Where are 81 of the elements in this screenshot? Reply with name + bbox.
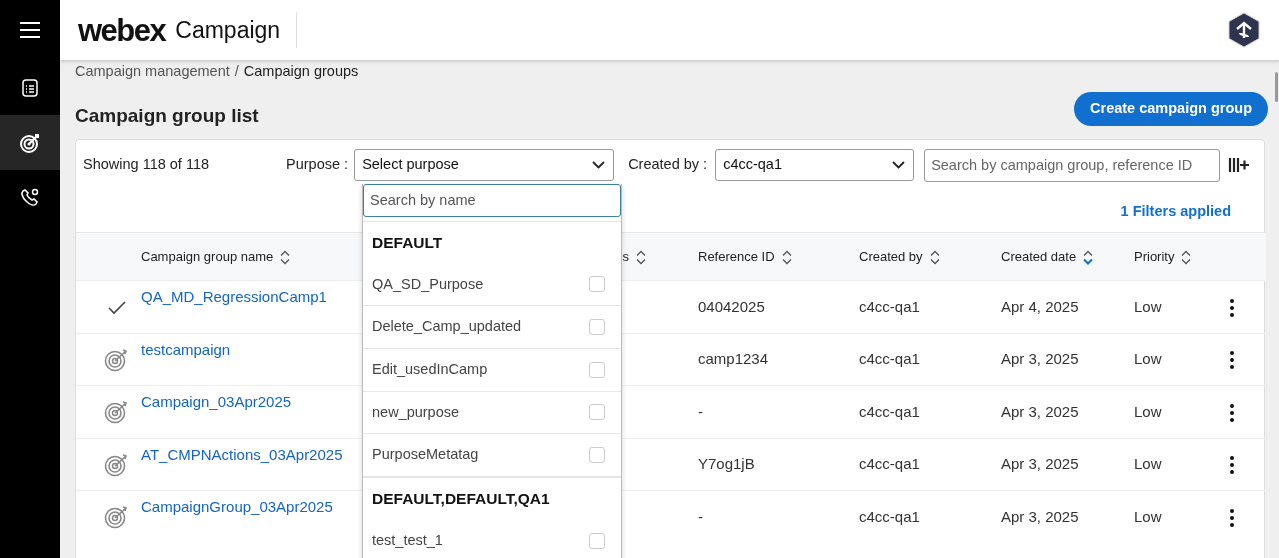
table-cell: Low bbox=[1134, 508, 1162, 526]
table-cell: Apr 3, 2025 bbox=[1001, 402, 1079, 420]
breadcrumb-link[interactable]: Campaign management bbox=[75, 61, 230, 83]
product-name: Campaign bbox=[175, 15, 281, 45]
add-column-icon[interactable] bbox=[1228, 157, 1251, 174]
result-count: Showing 118 of 118 bbox=[83, 155, 210, 175]
list-icon bbox=[21, 78, 39, 97]
create-button[interactable]: Create campaign group bbox=[1074, 92, 1268, 126]
sort-icon[interactable] bbox=[929, 250, 940, 266]
table-cell: Low bbox=[1134, 402, 1162, 420]
table-cell: Low bbox=[1134, 455, 1162, 473]
more-options-icon[interactable] bbox=[1229, 508, 1235, 529]
sort-icon[interactable] bbox=[1181, 250, 1192, 266]
group-heading: DEFAULT,DEFAULT,QA1 bbox=[363, 477, 621, 520]
column-header[interactable]: Priority bbox=[1134, 249, 1175, 265]
table-cell: - bbox=[698, 508, 703, 526]
search-field[interactable]: Search by name bbox=[363, 183, 621, 217]
column-header[interactable]: Campaign group name bbox=[141, 249, 274, 265]
table-cell: Low bbox=[1134, 297, 1162, 315]
more-options-icon[interactable] bbox=[1229, 455, 1235, 476]
scrollbar[interactable] bbox=[1275, 72, 1278, 102]
column-header[interactable]: Reference ID bbox=[698, 249, 775, 265]
brand-logo: webex bbox=[78, 14, 166, 46]
group-heading: DEFAULT bbox=[363, 220, 621, 264]
campaign-group-link[interactable]: QA_MD_RegressionCamp1 bbox=[141, 288, 327, 306]
created-by-select[interactable]: c4cc-qa1 bbox=[715, 149, 915, 182]
checkbox[interactable] bbox=[589, 276, 605, 293]
table-cell: c4cc-qa1 bbox=[859, 508, 920, 526]
target-icon bbox=[19, 131, 41, 154]
campaign-group-link[interactable]: CampaignGroup_03Apr2025 bbox=[141, 498, 333, 516]
sort-icon[interactable] bbox=[781, 250, 792, 266]
column-header[interactable]: Created by bbox=[859, 249, 923, 265]
chevron-down-icon bbox=[592, 161, 606, 170]
dropdown-option[interactable]: Delete_Camp_updated bbox=[363, 306, 621, 349]
sort-icon[interactable] bbox=[280, 250, 291, 266]
table-cell: 04042025 bbox=[698, 297, 765, 315]
campaign-group-link[interactable]: Campaign_03Apr2025 bbox=[141, 393, 292, 411]
checkbox[interactable] bbox=[589, 404, 605, 421]
search-field[interactable]: Search by campaign group, reference ID bbox=[924, 148, 1221, 182]
table-cell: Apr 3, 2025 bbox=[1001, 455, 1079, 473]
table-cell: - bbox=[698, 402, 703, 420]
page-title: Campaign group list bbox=[75, 104, 259, 128]
dropdown-option[interactable]: new_purpose bbox=[363, 391, 621, 435]
checkbox[interactable] bbox=[589, 319, 605, 336]
table-cell: Apr 3, 2025 bbox=[1001, 350, 1079, 368]
campaign-group-link[interactable]: testcampaign bbox=[141, 340, 231, 358]
chevron-down-icon bbox=[892, 161, 906, 170]
dropdown-option[interactable]: QA_SD_Purpose bbox=[363, 263, 621, 307]
filter-label: Created by : bbox=[628, 155, 708, 175]
checkbox[interactable] bbox=[589, 532, 605, 549]
dropdown-option[interactable]: Edit_usedInCamp bbox=[363, 348, 621, 392]
breadcrumb-current: Campaign groups bbox=[243, 62, 359, 81]
dropdown-option[interactable]: test_test_1 bbox=[363, 520, 621, 558]
breadcrumb-separator: / bbox=[234, 62, 239, 81]
sort-icon[interactable] bbox=[636, 250, 646, 266]
table-cell: Low bbox=[1134, 350, 1162, 368]
column-header[interactable]: Created date bbox=[1001, 249, 1077, 265]
dropdown-option[interactable]: PurposeMetatag bbox=[363, 434, 621, 477]
campaign-group-link[interactable]: AT_CMPNActions_03Apr2025 bbox=[141, 445, 343, 463]
table-cell: c4cc-qa1 bbox=[859, 402, 920, 420]
menu-icon bbox=[19, 21, 41, 39]
filter-label: Purpose : bbox=[286, 155, 349, 175]
filters-applied-link[interactable]: 1 Filters applied bbox=[1120, 200, 1231, 223]
table-cell: Apr 4, 2025 bbox=[1001, 297, 1079, 315]
column-header[interactable]: s bbox=[622, 249, 629, 265]
purpose-select[interactable]: Select purpose bbox=[354, 149, 615, 182]
more-options-icon[interactable] bbox=[1229, 402, 1235, 423]
checkbox[interactable] bbox=[589, 447, 605, 464]
table-cell: c4cc-qa1 bbox=[859, 297, 920, 315]
more-options-icon[interactable] bbox=[1229, 350, 1235, 371]
sort-icon[interactable] bbox=[1083, 250, 1094, 266]
more-options-icon[interactable] bbox=[1229, 297, 1235, 318]
table-cell: Y7og1jB bbox=[698, 455, 755, 473]
sidebar-item[interactable] bbox=[0, 115, 60, 170]
table-cell: camp1234 bbox=[698, 350, 769, 368]
table-cell: c4cc-qa1 bbox=[859, 455, 920, 473]
avatar-icon[interactable] bbox=[1227, 12, 1261, 48]
table-cell: Apr 3, 2025 bbox=[1001, 508, 1079, 526]
table-cell: c4cc-qa1 bbox=[859, 350, 920, 368]
checkbox[interactable] bbox=[589, 361, 605, 378]
phone-gear-icon bbox=[19, 186, 41, 209]
